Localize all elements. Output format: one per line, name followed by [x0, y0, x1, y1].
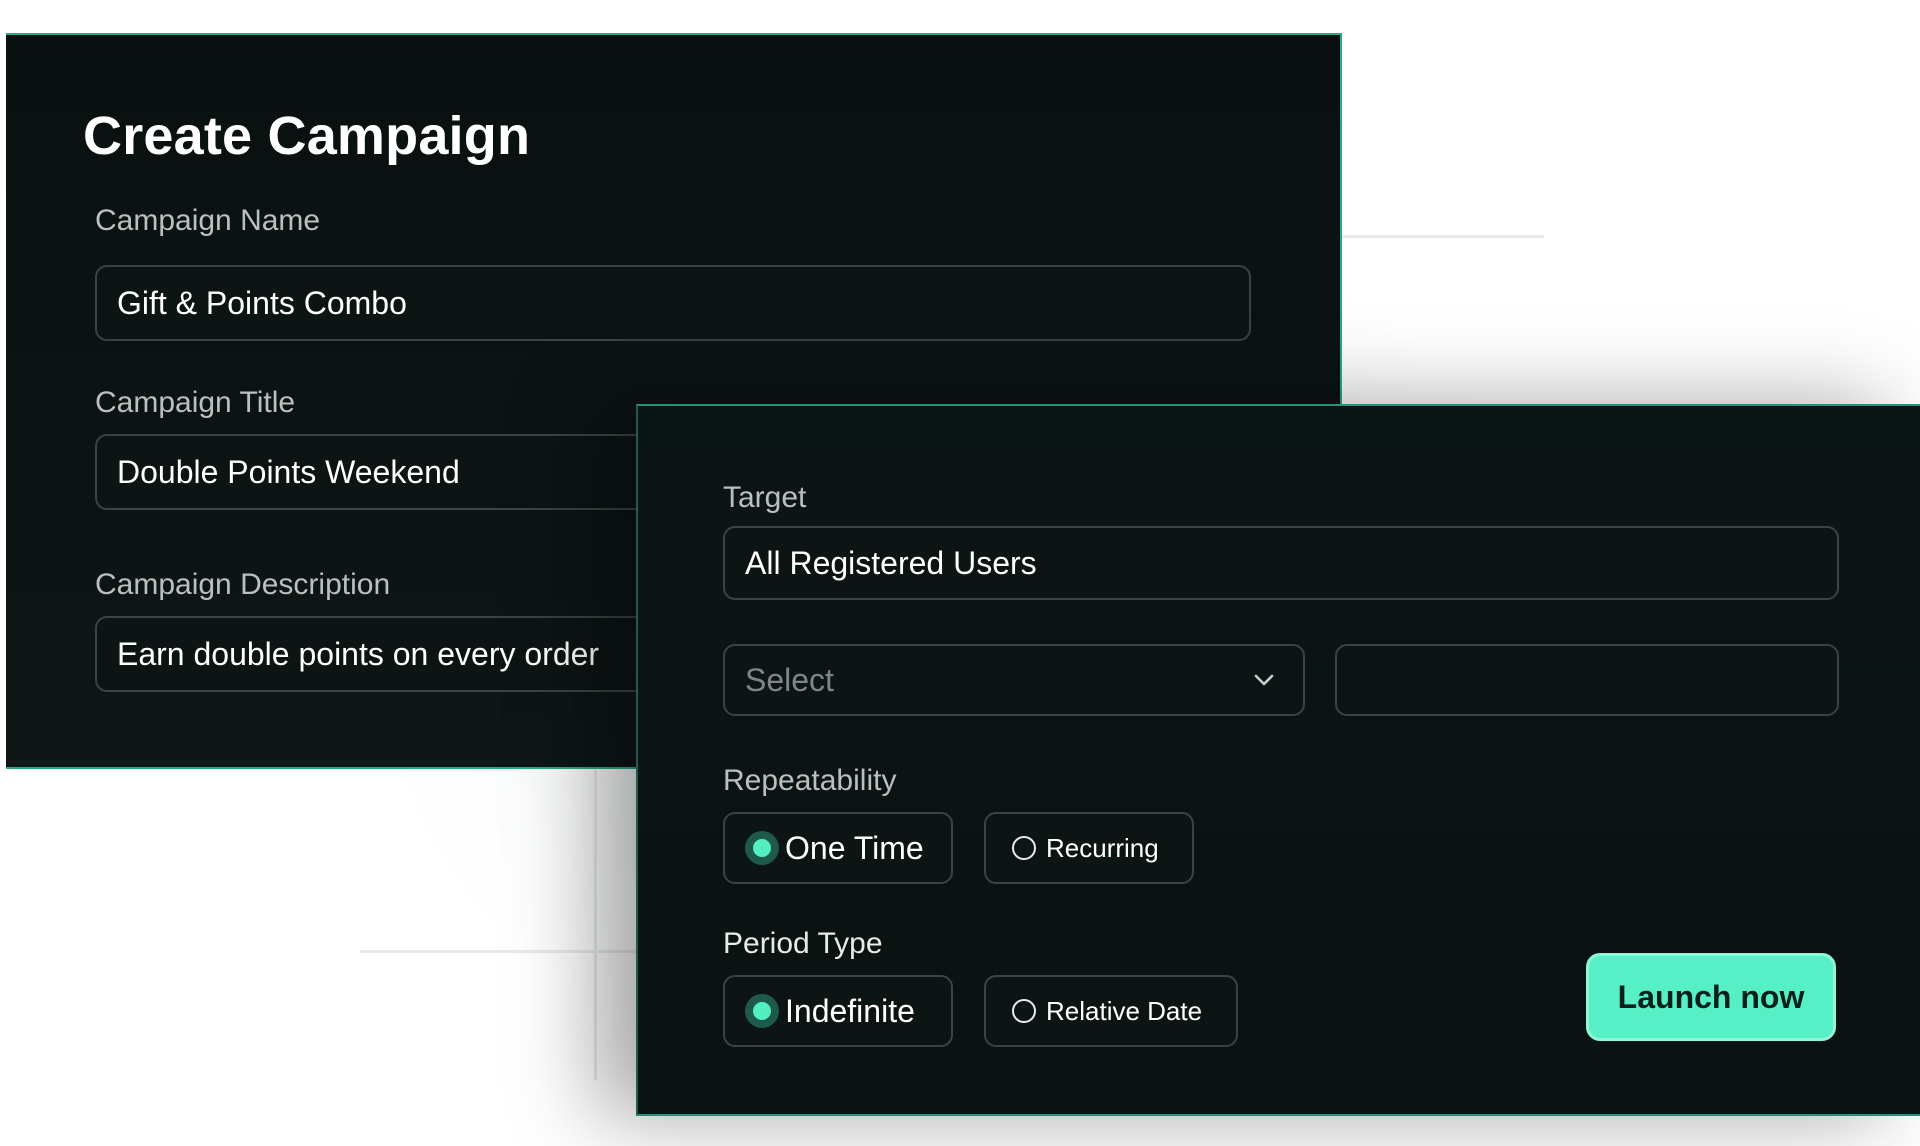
repeatability-label: Repeatability [723, 764, 897, 797]
decor-line-top [1336, 235, 1544, 238]
radio-one-time-label: One Time [785, 829, 924, 866]
period-type-label: Period Type [723, 927, 883, 960]
canvas: Create Campaign Campaign Name Gift & Poi… [0, 0, 1920, 1146]
target-label: Target [723, 481, 807, 514]
decor-line-vertical [594, 770, 597, 1080]
campaign-description-label: Campaign Description [95, 568, 391, 601]
radio-unselected-icon [1012, 836, 1036, 860]
radio-recurring[interactable]: Recurring [984, 812, 1194, 884]
secondary-input[interactable] [1335, 644, 1839, 716]
decor-line-bottom [360, 950, 650, 953]
campaign-name-value: Gift & Points Combo [117, 284, 407, 321]
campaign-title-value: Double Points Weekend [117, 453, 460, 490]
select-placeholder: Select [745, 661, 834, 698]
radio-indefinite-label: Indefinite [785, 992, 915, 1029]
radio-recurring-label: Recurring [1046, 832, 1159, 863]
chevron-down-icon [1254, 674, 1274, 686]
radio-selected-icon [745, 831, 779, 865]
radio-selected-icon [745, 994, 779, 1028]
target-input[interactable]: All Registered Users [723, 526, 1839, 600]
campaign-description-value: Earn double points on every order [117, 635, 600, 672]
radio-indefinite[interactable]: Indefinite [723, 975, 953, 1047]
select-dropdown[interactable]: Select [723, 644, 1305, 716]
target-value: All Registered Users [745, 544, 1037, 581]
campaign-name-input[interactable]: Gift & Points Combo [95, 265, 1251, 341]
campaign-name-label: Campaign Name [95, 204, 321, 237]
launch-now-button[interactable]: Launch now [1586, 953, 1836, 1041]
radio-unselected-icon [1012, 999, 1036, 1023]
radio-relative-date[interactable]: Relative Date [984, 975, 1238, 1047]
radio-relative-date-label: Relative Date [1046, 995, 1203, 1026]
page-title: Create Campaign [83, 106, 531, 166]
campaign-title-label: Campaign Title [95, 386, 296, 419]
radio-one-time[interactable]: One Time [723, 812, 953, 884]
